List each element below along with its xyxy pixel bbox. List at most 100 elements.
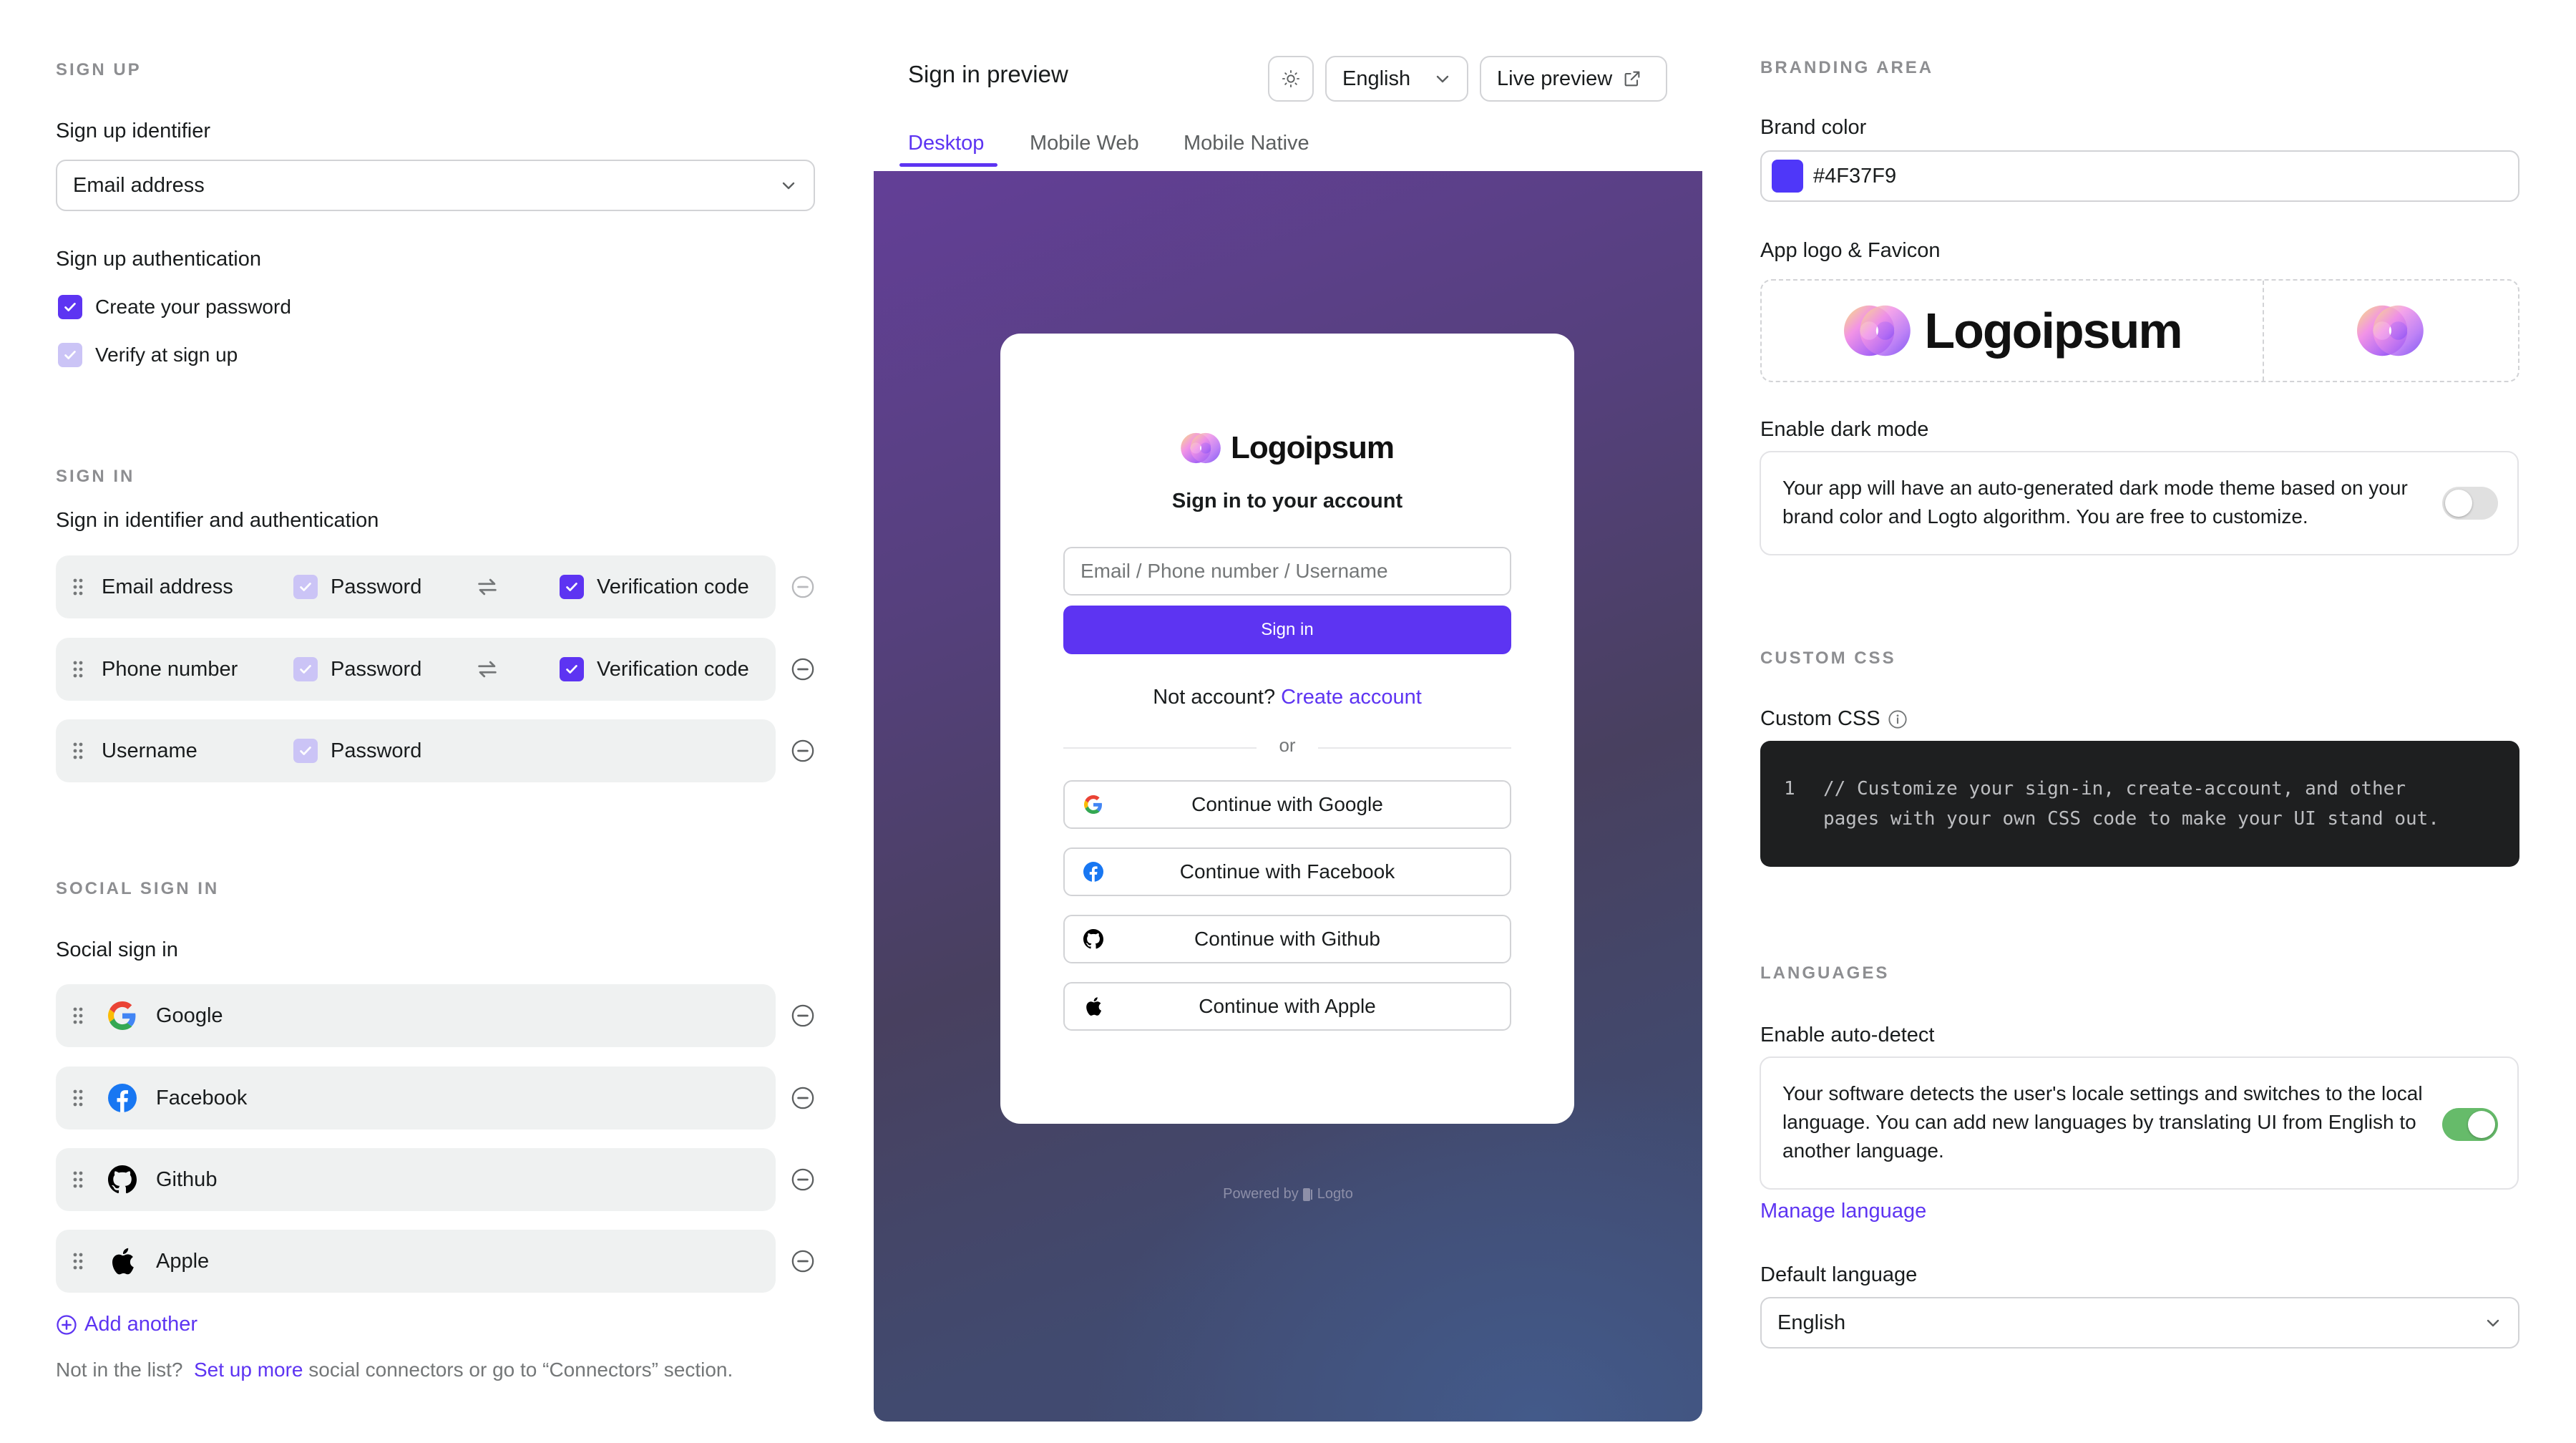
divider-line bbox=[1318, 747, 1511, 749]
continue-with-apple-label: Continue with Apple bbox=[1199, 995, 1376, 1017]
tab-mobile-native[interactable]: Mobile Native bbox=[1184, 132, 1309, 155]
sign-up-identifier-label: Sign up identifier bbox=[56, 120, 211, 142]
password-label: Password bbox=[331, 575, 422, 598]
create-password-label: Create your password bbox=[95, 296, 291, 318]
verify-at-sign-up-checkbox[interactable]: Verify at sign up bbox=[58, 343, 238, 367]
live-preview-button[interactable]: Live preview bbox=[1480, 56, 1667, 102]
brand-color-label: Brand color bbox=[1760, 116, 1867, 139]
continue-with-facebook-button[interactable]: Continue with Facebook bbox=[1063, 847, 1511, 896]
plus-circle-icon bbox=[57, 1314, 77, 1335]
sign-up-section-label: SIGN UP bbox=[56, 60, 142, 79]
info-icon[interactable] bbox=[1888, 709, 1908, 729]
create-password-checkbox[interactable]: Create your password bbox=[58, 295, 291, 319]
logoipsum-mark-icon bbox=[1844, 305, 1911, 356]
auto-detect-description: Your software detects the user's locale … bbox=[1782, 1082, 2423, 1162]
drag-handle-icon[interactable] bbox=[73, 1170, 83, 1189]
social-sign-in-section-label: SOCIAL SIGN IN bbox=[56, 879, 220, 898]
dark-mode-toggle[interactable] bbox=[2442, 487, 2498, 520]
sign-in-button[interactable]: Sign in bbox=[1063, 606, 1511, 654]
app-logo-label: App logo & Favicon bbox=[1760, 239, 1941, 262]
checkbox-checked-disabled-icon bbox=[58, 343, 82, 367]
remove-circle-icon[interactable] bbox=[791, 657, 815, 681]
github-icon bbox=[1082, 928, 1105, 951]
app-logo-upload[interactable]: Logoipsum bbox=[1762, 281, 2264, 381]
auto-detect-toggle[interactable] bbox=[2442, 1108, 2498, 1141]
swap-arrows-icon[interactable] bbox=[475, 657, 499, 681]
sign-up-identifier-select[interactable]: Email address bbox=[56, 160, 815, 211]
brand-color-input[interactable]: #4F37F9 bbox=[1760, 150, 2519, 202]
preview-language-select[interactable]: English bbox=[1325, 56, 1468, 102]
password-checkbox[interactable]: Password bbox=[293, 657, 421, 681]
continue-with-github-label: Continue with Github bbox=[1194, 928, 1380, 950]
verification-code-checkbox[interactable]: Verification code bbox=[560, 657, 749, 681]
external-link-icon bbox=[1624, 71, 1640, 87]
drag-handle-icon[interactable] bbox=[73, 660, 83, 679]
sign-in-method-row: Username Password bbox=[56, 719, 776, 782]
password-label: Password bbox=[331, 739, 422, 762]
remove-circle-icon[interactable] bbox=[791, 1249, 815, 1273]
tab-desktop[interactable]: Desktop bbox=[908, 132, 984, 155]
add-another-button[interactable]: Add another bbox=[56, 1313, 197, 1336]
auto-detect-box: Your software detects the user's locale … bbox=[1760, 1056, 2519, 1190]
remove-circle-icon[interactable] bbox=[791, 1004, 815, 1028]
logoipsum-mark-icon bbox=[1181, 432, 1221, 464]
favicon-mark-icon bbox=[2356, 305, 2424, 356]
identifier-name: Username bbox=[102, 739, 197, 762]
drag-handle-icon[interactable] bbox=[73, 742, 83, 760]
continue-with-google-button[interactable]: Continue with Google bbox=[1063, 780, 1511, 829]
checkbox-checked-disabled-icon bbox=[293, 575, 318, 599]
password-checkbox[interactable]: Password bbox=[293, 575, 421, 599]
dark-mode-label: Enable dark mode bbox=[1760, 418, 1929, 441]
drag-handle-icon[interactable] bbox=[73, 1089, 83, 1107]
remove-circle-icon[interactable] bbox=[791, 1086, 815, 1110]
checkbox-checked-disabled-icon bbox=[293, 739, 318, 763]
swap-arrows-icon[interactable] bbox=[475, 575, 499, 599]
languages-section-label: LANGUAGES bbox=[1760, 963, 1890, 983]
sign-in-identifier-label: Sign in identifier and authentication bbox=[56, 509, 379, 532]
remove-circle-icon[interactable] bbox=[791, 575, 815, 599]
code-comment-line-1: // Customize your sign-in, create-accoun… bbox=[1823, 778, 2406, 800]
remove-circle-icon[interactable] bbox=[791, 739, 815, 763]
custom-css-section-label: CUSTOM CSS bbox=[1760, 648, 1896, 668]
live-preview-label: Live preview bbox=[1497, 67, 1613, 90]
preview-title: Sign in preview bbox=[908, 61, 1068, 87]
drag-handle-icon[interactable] bbox=[73, 1252, 83, 1270]
continue-with-github-button[interactable]: Continue with Github bbox=[1063, 915, 1511, 963]
continue-with-google-label: Continue with Google bbox=[1191, 793, 1383, 815]
theme-toggle-button[interactable] bbox=[1268, 56, 1314, 102]
sign-in-method-row: Email address Password Verification code bbox=[56, 555, 776, 618]
default-language-select[interactable]: English bbox=[1760, 1297, 2519, 1349]
card-heading: Sign in to your account bbox=[1171, 490, 1403, 512]
identifier-name: Email address bbox=[102, 575, 233, 598]
sign-up-authentication-label: Sign up authentication bbox=[56, 248, 261, 271]
default-language-label: Default language bbox=[1760, 1263, 1918, 1286]
brand-color-swatch[interactable] bbox=[1772, 160, 1803, 193]
manage-language-link[interactable]: Manage language bbox=[1760, 1200, 1926, 1223]
checkbox-checked-disabled-icon bbox=[293, 657, 318, 681]
set-up-more-link[interactable]: Set up more bbox=[194, 1359, 303, 1381]
continue-with-facebook-label: Continue with Facebook bbox=[1179, 860, 1395, 883]
custom-css-label-group: Custom CSS bbox=[1760, 707, 1908, 731]
password-checkbox[interactable]: Password bbox=[293, 739, 421, 763]
identifier-input[interactable]: Email / Phone number / Username bbox=[1063, 547, 1511, 596]
social-connector-row: Apple bbox=[56, 1230, 776, 1293]
favicon-upload[interactable] bbox=[2264, 281, 2518, 381]
password-label: Password bbox=[331, 657, 422, 681]
drag-handle-icon[interactable] bbox=[73, 578, 83, 596]
custom-css-editor[interactable]: 1 // Customize your sign-in, create-acco… bbox=[1760, 741, 2519, 867]
remove-circle-icon[interactable] bbox=[791, 1167, 815, 1192]
facebook-icon bbox=[107, 1083, 137, 1113]
app-logo-text: Logoipsum bbox=[1924, 303, 2182, 359]
footnote-prefix: Not in the list? bbox=[56, 1359, 183, 1381]
divider-text: or bbox=[1279, 734, 1296, 756]
google-icon bbox=[107, 1001, 137, 1031]
tab-mobile-web[interactable]: Mobile Web bbox=[1030, 132, 1139, 155]
divider-line bbox=[1063, 747, 1257, 749]
sign-in-section-label: SIGN IN bbox=[56, 467, 135, 486]
continue-with-apple-button[interactable]: Continue with Apple bbox=[1063, 982, 1511, 1031]
drag-handle-icon[interactable] bbox=[73, 1006, 83, 1025]
create-account-link[interactable]: Create account bbox=[1281, 686, 1422, 709]
sign-in-card: Logoipsum Sign in to your account Email … bbox=[1000, 334, 1574, 1124]
default-language-value: English bbox=[1777, 1311, 1846, 1334]
verification-code-checkbox[interactable]: Verification code bbox=[560, 575, 749, 599]
